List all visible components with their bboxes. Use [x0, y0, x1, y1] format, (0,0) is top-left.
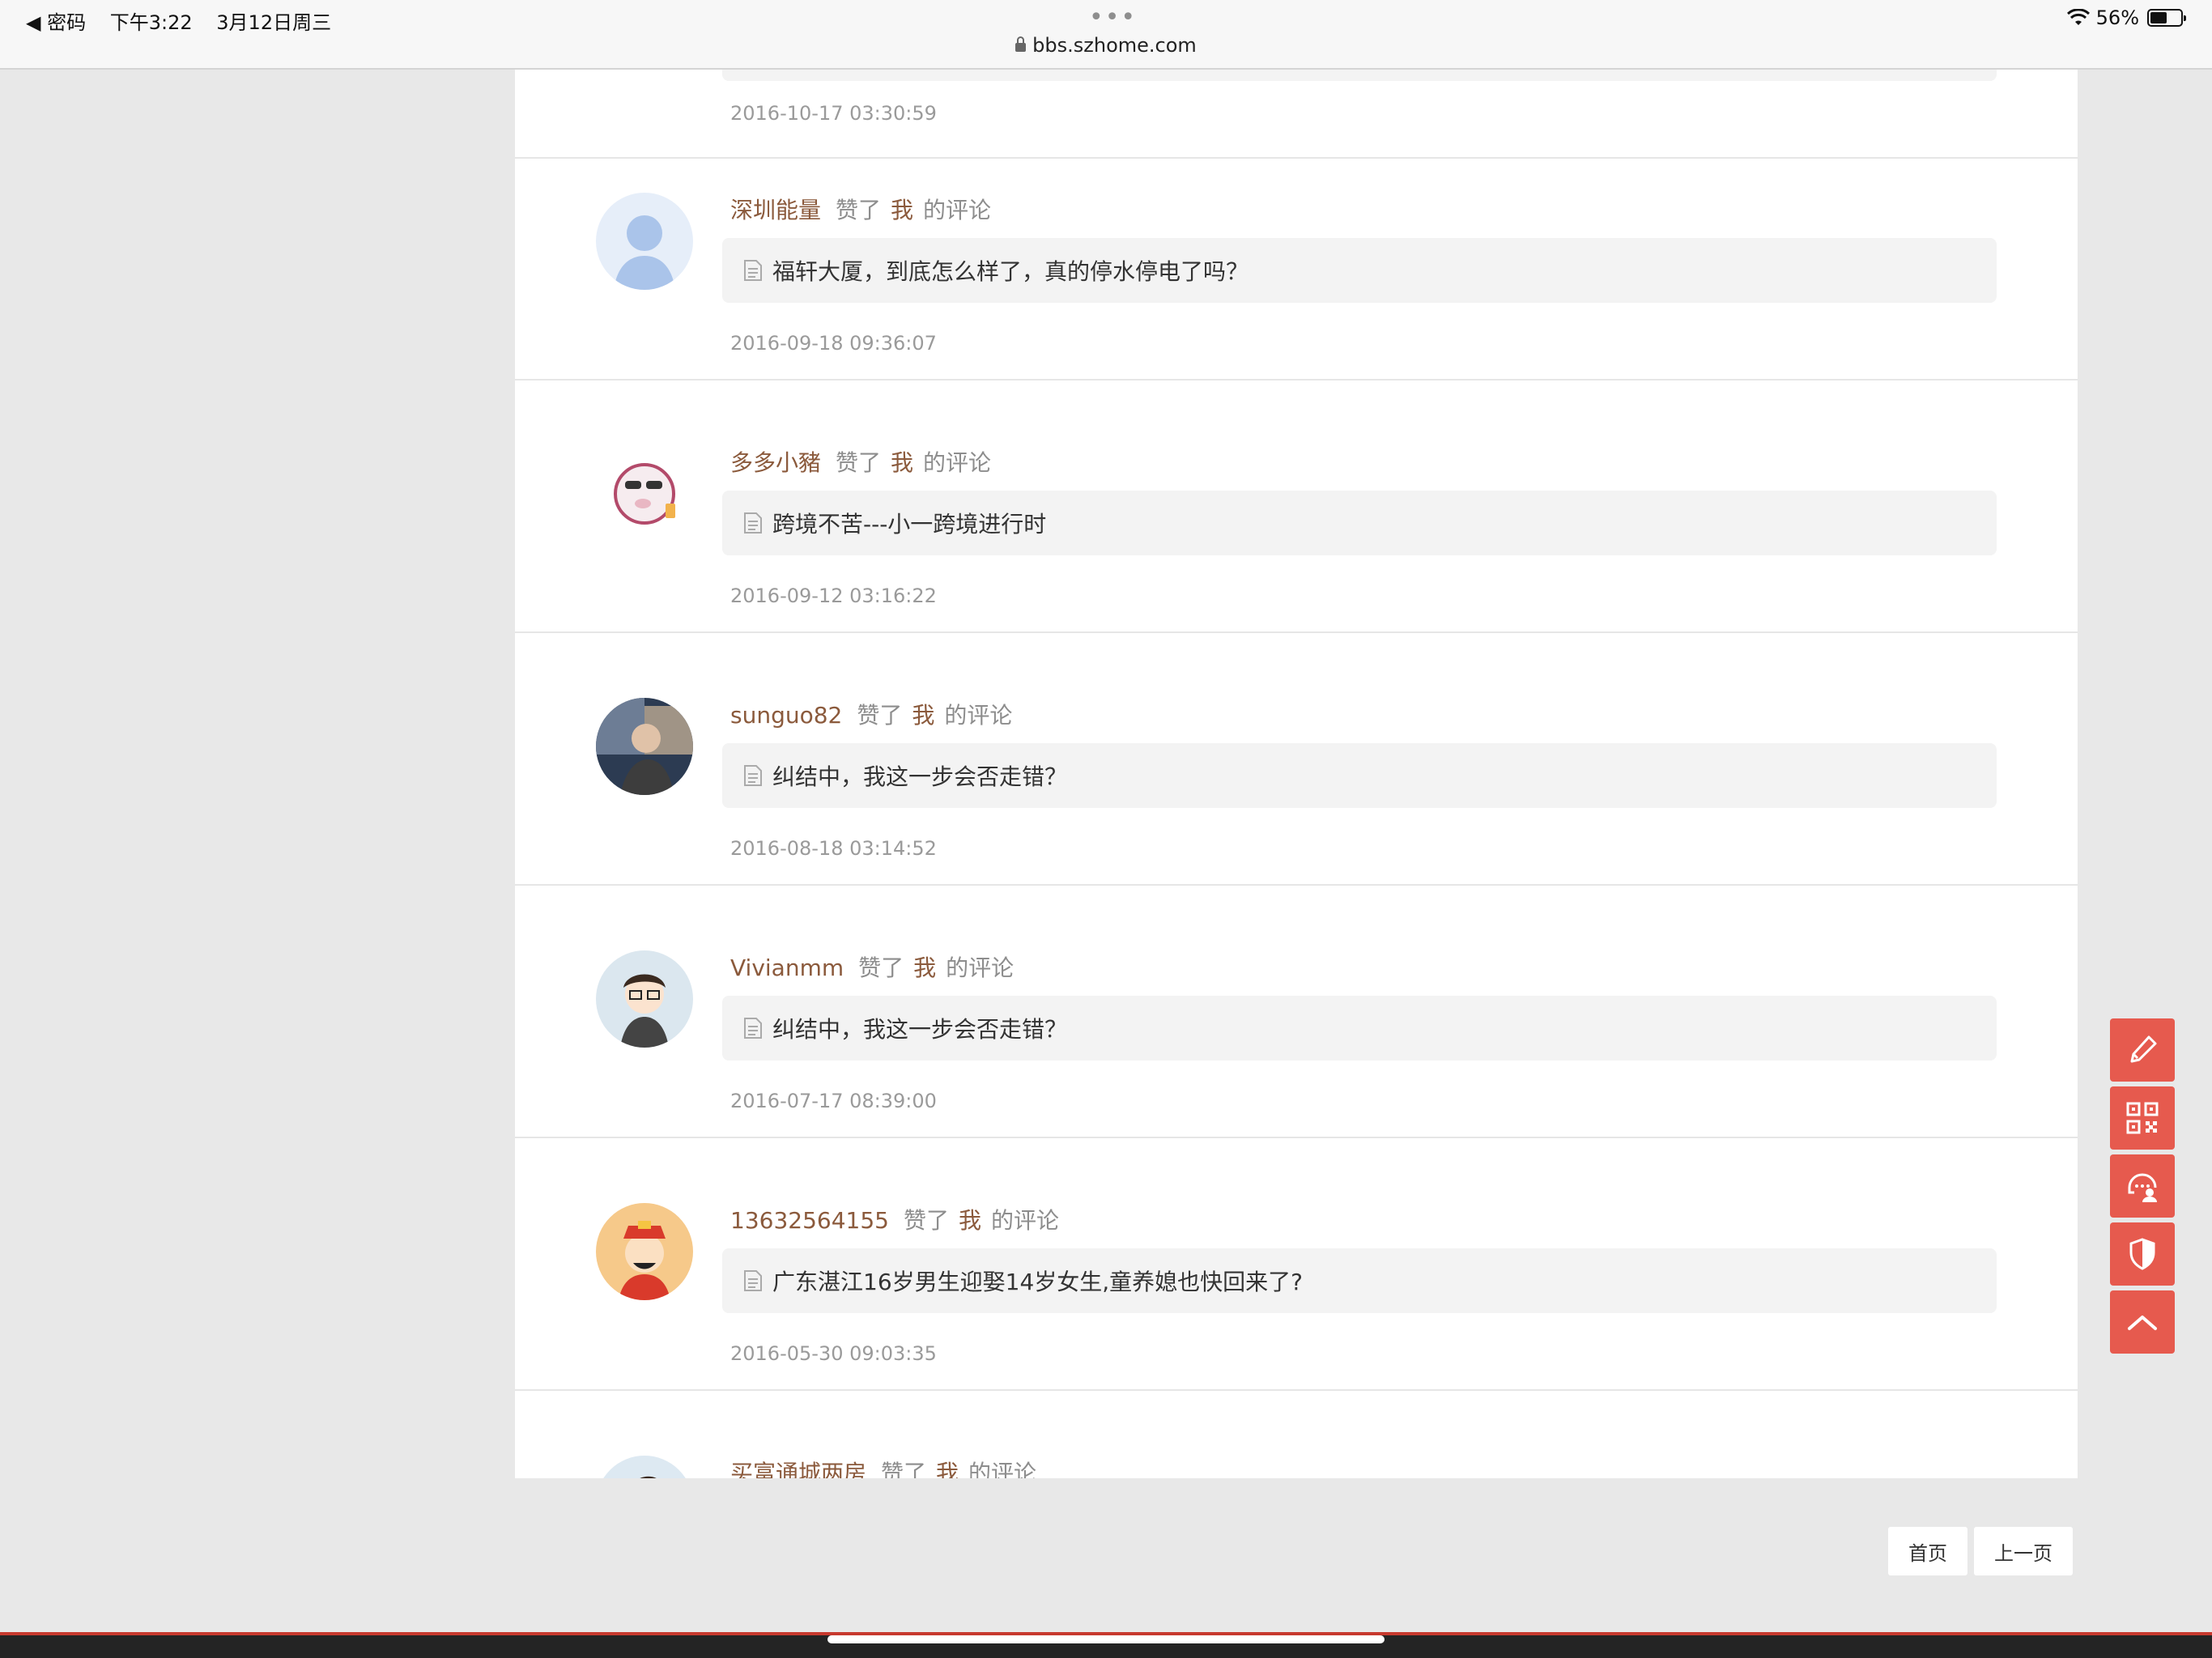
- status-right: 56%: [2066, 6, 2186, 29]
- back-to-top-button[interactable]: [2110, 1290, 2175, 1354]
- photo-avatar-icon[interactable]: [596, 698, 693, 795]
- list-item: sunguo82 赞了我的评论纠结中，我这一步会否走错？ 2016-08-18 03…: [515, 665, 2078, 886]
- suffix-text: 的评论: [968, 1460, 1037, 1478]
- action-text: 赞了: [836, 449, 882, 476]
- list-item: 买富通城两房赞了我的评论南山二手房最新成交2016-05-27 10:18:31: [515, 1423, 2078, 1478]
- battery-fill: [2150, 12, 2167, 23]
- me-link[interactable]: 我: [913, 954, 936, 981]
- glasses-man-avatar-icon[interactable]: [596, 950, 693, 1048]
- comment-box[interactable]: [722, 70, 1997, 81]
- customer-service-icon: [2128, 1173, 2157, 1202]
- user-name-link[interactable]: 多多小豬: [730, 449, 821, 476]
- suffix-text: 的评论: [923, 449, 992, 476]
- action-text: 赞了: [836, 197, 882, 223]
- list-item: 深圳能量 赞了我的评论福轩大厦，到底怎么样了，真的停水停电了吗？ 2016-09-1…: [515, 160, 2078, 380]
- me-link[interactable]: 我: [936, 1460, 959, 1478]
- like-summary: 13632564155 赞了我的评论: [730, 1203, 1059, 1235]
- address-bar[interactable]: bbs.szhome.com: [0, 34, 2212, 57]
- user-name-link[interactable]: 深圳能量: [730, 197, 821, 223]
- suffix-text: 的评论: [944, 702, 1013, 729]
- like-summary: 买富通城两房 赞了我的评论: [730, 1456, 1036, 1478]
- list-item: 多多小豬 赞了我的评论跨境不苦---小一跨境进行时 2016-09-12 03:16…: [515, 413, 2078, 633]
- status-left: ◀ 密码 下午3:22 3月12日周三: [26, 6, 349, 35]
- prev-page-button[interactable]: 上一页: [1974, 1527, 2073, 1575]
- me-link[interactable]: 我: [912, 702, 934, 729]
- customer-service-button[interactable]: [2110, 1154, 2175, 1218]
- back-to-app-button[interactable]: ◀ 密码: [26, 11, 86, 34]
- url-text: bbs.szhome.com: [1032, 34, 1197, 57]
- qrcode-icon: [2126, 1102, 2159, 1134]
- user-name-link[interactable]: 13632564155: [730, 1207, 889, 1234]
- action-text: 赞了: [858, 954, 904, 981]
- item-time: 2016-07-17 08:39:00: [730, 1090, 937, 1112]
- like-summary: 多多小豬 赞了我的评论: [730, 445, 991, 478]
- security-button[interactable]: [2110, 1222, 2175, 1286]
- fortune-god-avatar-icon[interactable]: [596, 1203, 693, 1300]
- comment-text: 纠结中，我这一步会否走错？: [772, 763, 1068, 790]
- item-time: 2016-05-30 09:03:35: [730, 1342, 937, 1365]
- home-indicator[interactable]: [827, 1635, 1385, 1643]
- like-summary: Vivianmm 赞了我的评论: [730, 950, 1014, 983]
- document-icon: [744, 512, 762, 534]
- user-name-link[interactable]: Vivianmm: [730, 954, 844, 981]
- comment-link-box[interactable]: 福轩大厦，到底怎么样了，真的停水停电了吗？: [722, 238, 1997, 303]
- like-summary: 深圳能量 赞了我的评论: [730, 193, 991, 225]
- item-time: 2016-10-17 03:30:59: [730, 102, 937, 125]
- document-icon: [744, 1270, 762, 1291]
- suffix-text: 的评论: [991, 1207, 1060, 1234]
- battery-icon: [2147, 9, 2186, 27]
- lock-icon: [1015, 36, 1027, 52]
- back-to-top-icon: [2128, 1316, 2157, 1330]
- wifi-icon: [2066, 9, 2090, 25]
- action-text: 赞了: [881, 1460, 927, 1478]
- comment-text: 跨境不苦---小一跨境进行时: [772, 511, 1047, 538]
- item-time: 2016-09-12 03:16:22: [730, 585, 937, 607]
- edit-icon: [2130, 1035, 2157, 1063]
- comment-text: 福轩大厦，到底怎么样了，真的停水停电了吗？: [772, 258, 1249, 285]
- action-text: 赞了: [903, 1207, 949, 1234]
- post-button[interactable]: [2110, 1018, 2175, 1082]
- document-icon: [744, 1018, 762, 1039]
- suffix-text: 的评论: [946, 954, 1015, 981]
- browser-status-bar: ◀ 密码 下午3:22 3月12日周三 ••• bbs.szhome.com 5…: [0, 0, 2212, 70]
- list-item: 2016-10-17 03:30:59: [515, 70, 2078, 159]
- document-icon: [744, 260, 762, 281]
- pig-avatar-icon[interactable]: [596, 445, 693, 542]
- list-item: Vivianmm 赞了我的评论纠结中，我这一步会否走错？ 2016-07-17 08…: [515, 918, 2078, 1138]
- comment-link-box[interactable]: 纠结中，我这一步会否走错？: [722, 996, 1997, 1061]
- comment-link-box[interactable]: 广东湛江16岁男生迎娶14岁女生,童养媳也快回来了?: [722, 1248, 1997, 1313]
- comment-link-box[interactable]: 纠结中，我这一步会否走错？: [722, 743, 1997, 808]
- document-icon: [744, 765, 762, 786]
- default-avatar-icon[interactable]: [596, 193, 693, 290]
- multitask-dots[interactable]: •••: [1089, 3, 1137, 32]
- shield-icon: [2129, 1238, 2155, 1270]
- comment-text: 广东湛江16岁男生迎娶14岁女生,童养媳也快回来了?: [772, 1269, 1304, 1295]
- status-time: 下午3:22: [109, 11, 193, 34]
- like-notification-list: 2016-10-17 03:30:59 深圳能量 赞了我的评论 福轩大厦，到底怎么样…: [515, 70, 2078, 1478]
- qrcode-button[interactable]: [2110, 1086, 2175, 1150]
- suffix-text: 的评论: [923, 197, 992, 223]
- user-name-link[interactable]: sunguo82: [730, 702, 842, 729]
- me-link[interactable]: 我: [959, 1207, 981, 1234]
- me-link[interactable]: 我: [891, 449, 913, 476]
- status-date: 3月12日周三: [216, 11, 332, 34]
- me-link[interactable]: 我: [891, 197, 913, 223]
- item-time: 2016-09-18 09:36:07: [730, 332, 937, 355]
- first-page-button[interactable]: 首页: [1888, 1527, 1967, 1575]
- basketball-boy-avatar-icon[interactable]: [596, 1456, 693, 1478]
- comment-link-box[interactable]: 跨境不苦---小一跨境进行时: [722, 491, 1997, 555]
- item-time: 2016-08-18 03:14:52: [730, 837, 937, 860]
- user-name-link[interactable]: 买富通城两房: [730, 1460, 866, 1478]
- action-text: 赞了: [857, 702, 903, 729]
- list-item: 13632564155 赞了我的评论广东湛江16岁男生迎娶14岁女生,童养媳也快回…: [515, 1171, 2078, 1391]
- battery-percent: 56%: [2095, 6, 2139, 29]
- comment-text: 纠结中，我这一步会否走错？: [772, 1016, 1068, 1043]
- like-summary: sunguo82 赞了我的评论: [730, 698, 1012, 730]
